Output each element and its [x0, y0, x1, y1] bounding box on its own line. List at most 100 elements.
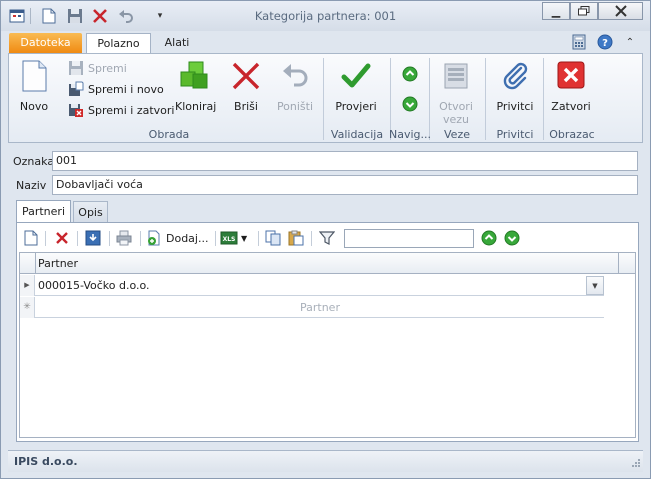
clone-icon [180, 61, 208, 89]
privitci-button[interactable]: Privitci [492, 58, 538, 124]
privitci-label: Privitci [496, 100, 534, 113]
ribbon-separator [543, 58, 544, 140]
tab-polazno[interactable]: Polazno [86, 33, 151, 54]
navigate-up-button[interactable] [401, 66, 419, 84]
group-obrada: Obrada [148, 128, 190, 141]
resize-grip-icon[interactable] [631, 458, 641, 471]
title-bar: ▾ Kategorija partnera: 001 ▁ [1, 1, 650, 31]
oznaka-label: Oznaka [13, 155, 55, 168]
paste-icon [288, 230, 304, 246]
grid-delete-button[interactable] [52, 228, 72, 248]
group-privitci: Privitci [496, 128, 534, 141]
column-header-partner[interactable]: Partner [38, 257, 78, 270]
calculator-icon[interactable] [570, 33, 588, 51]
tab-alati[interactable]: Alati [156, 33, 198, 54]
grid-new-button[interactable] [21, 228, 41, 248]
move-up-button[interactable] [480, 228, 498, 248]
group-validacija: Validacija [330, 128, 384, 141]
spremi-i-novo-label: Spremi i novo [88, 82, 164, 96]
filter-icon [319, 231, 335, 245]
help-icon[interactable]: ? [596, 33, 614, 51]
provjeri-label: Provjeri [335, 100, 377, 113]
arrow-down-icon [504, 230, 520, 246]
ponisti-button[interactable]: Poništi [275, 58, 315, 124]
grid-save-button[interactable] [83, 228, 103, 248]
partneri-panel: Dodaj... XLS ▼ Partner ▶ 000015-Vočko d.… [16, 222, 639, 442]
delete-icon [56, 232, 68, 244]
svg-text:XLS: XLS [223, 236, 236, 243]
grid-print-button[interactable] [114, 228, 134, 248]
partner-grid: Partner ▶ 000015-Vočko d.o.o. ▼ ✳ Partne… [19, 252, 636, 438]
copy-button[interactable] [263, 228, 283, 248]
dodaj-label: Dodaj... [166, 231, 209, 245]
novo-button[interactable]: Novo [15, 58, 53, 124]
spremi-i-novo-button[interactable]: Spremi i novo [68, 81, 164, 97]
save-close-icon [69, 104, 83, 117]
undo-icon [283, 64, 308, 87]
minimize-button[interactable]: ▁ [542, 2, 570, 20]
printer-icon [116, 230, 132, 246]
group-veze: Veze [444, 128, 470, 141]
brisi-button[interactable]: Briši [227, 58, 265, 124]
move-down-button[interactable] [503, 228, 521, 248]
spremi-button[interactable]: Spremi [68, 60, 127, 76]
tab-opis[interactable]: Opis [73, 201, 108, 223]
svg-text:?: ? [602, 38, 608, 49]
ribbon-separator [323, 58, 324, 140]
otvori-label: Otvori [439, 100, 473, 113]
new-icon [24, 230, 38, 246]
zatvori-button[interactable]: Zatvori [548, 58, 594, 124]
grid-header: Partner [20, 253, 635, 274]
filter-button[interactable] [317, 228, 337, 248]
spremi-i-zatvori-label: Spremi i zatvori [88, 103, 175, 117]
paperclip-icon [503, 62, 528, 90]
ponisti-label: Poništi [276, 100, 314, 113]
brisi-label: Briši [234, 100, 258, 113]
excel-icon: XLS [220, 231, 238, 245]
close-icon [614, 5, 627, 17]
tab-partneri[interactable]: Partneri [16, 200, 71, 223]
save-icon [69, 61, 83, 75]
close-button[interactable] [598, 2, 643, 20]
spremi-i-zatvori-button[interactable]: Spremi i zatvori [68, 102, 174, 118]
delete-icon [232, 62, 260, 90]
collapse-ribbon-icon[interactable]: ⌃ [623, 33, 637, 51]
oznaka-field[interactable]: 001 [52, 151, 638, 171]
group-obrazac: Obrazac [549, 128, 595, 141]
add-document-icon [148, 230, 160, 246]
partner-cell[interactable]: 000015-Vočko d.o.o. [38, 279, 150, 292]
new-row-icon: ✳ [20, 297, 35, 318]
otvori-vezu-button[interactable]: Otvori vezu [435, 58, 477, 128]
dodaj-button[interactable]: Dodaj... [146, 228, 210, 248]
new-row[interactable]: ✳ Partner [20, 297, 604, 318]
new-row-placeholder: Partner [300, 301, 340, 314]
export-excel-button[interactable]: XLS ▼ [220, 228, 254, 248]
group-navig: Navig... [389, 128, 432, 141]
ribbon-tabs: Datoteka Polazno Alati ? ⌃ [1, 31, 650, 54]
checkmark-icon [341, 63, 371, 88]
partner-dropdown-button[interactable]: ▼ [586, 276, 604, 295]
filter-input[interactable] [344, 229, 474, 248]
arrow-up-icon [481, 230, 497, 246]
naziv-label: Naziv [16, 179, 47, 192]
kloniraj-label: Kloniraj [175, 100, 217, 113]
novo-label: Novo [19, 100, 49, 113]
spremi-label: Spremi [88, 61, 127, 75]
close-form-icon [557, 61, 585, 89]
paste-button[interactable] [286, 228, 306, 248]
navigate-down-button[interactable] [401, 96, 419, 114]
row-indicator-icon: ▶ [20, 275, 35, 296]
window: ▾ Kategorija partnera: 001 ▁ Datoteka Po… [0, 0, 651, 479]
provjeri-button[interactable]: Provjeri [332, 58, 380, 124]
tab-datoteka[interactable]: Datoteka [9, 33, 82, 53]
ribbon-separator [485, 58, 486, 140]
company-name: IPIS d.o.o. [14, 455, 78, 468]
download-icon [85, 230, 101, 246]
table-row[interactable]: ▶ 000015-Vočko d.o.o. [20, 275, 604, 296]
copy-icon [265, 230, 281, 246]
naziv-field[interactable]: Dobavljači voća [52, 175, 638, 195]
kloniraj-button[interactable]: Kloniraj [175, 58, 217, 124]
arrow-down-icon [402, 96, 418, 112]
maximize-button[interactable] [570, 2, 598, 20]
status-bar: IPIS d.o.o. [8, 450, 643, 472]
